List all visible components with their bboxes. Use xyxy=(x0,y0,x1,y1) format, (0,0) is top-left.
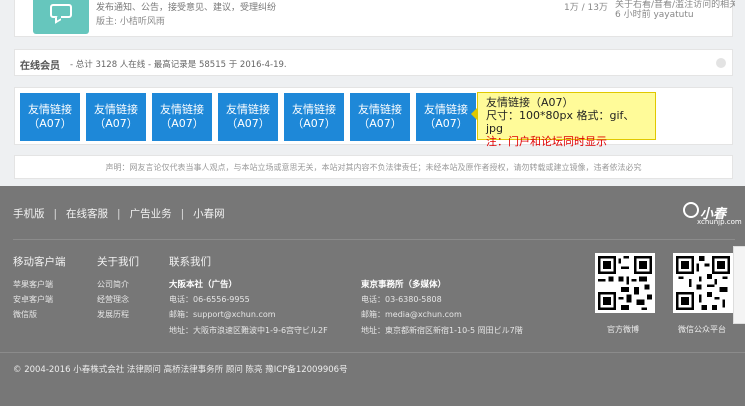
ad-slot-code: （A07） xyxy=(358,117,402,130)
last-post-title[interactable]: 关于右看/音看/滥注访问的相关... xyxy=(615,0,735,10)
logo-mark-icon xyxy=(683,202,699,218)
online-members-title[interactable]: 在线会员 xyxy=(20,57,60,72)
copyright: © 2004-2016 小春株式会社 法律顾问 高桥法律事务所 顾问 陈亮 豫I… xyxy=(13,365,348,375)
footer-nav: 手机版 | 在线客服 | 广告业务 | 小春网 xyxy=(13,206,225,221)
ad-slot-label: 友情链接 xyxy=(292,103,336,116)
ad-slot-code: （A07） xyxy=(424,117,468,130)
footer-divider xyxy=(13,239,735,240)
footer-col-about-title: 关于我们 xyxy=(97,256,139,268)
osaka-office-title: 大阪本社（广告） xyxy=(169,280,238,290)
ad-slot[interactable]: 友情链接 （A07） xyxy=(350,93,410,141)
footer-logo[interactable]: 小春 xchunjp.com xyxy=(683,199,742,231)
ad-slot-label: 友情链接 xyxy=(226,103,270,116)
forum-chat-icon[interactable] xyxy=(33,0,89,34)
ad-slot[interactable]: 友情链接 （A07） xyxy=(284,93,344,141)
ad-slot-code: （A07） xyxy=(226,117,270,130)
ad-slot[interactable]: 友情链接 （A07） xyxy=(218,93,278,141)
online-members-summary: - 总计 3128 人在线 - 最高记录是 58515 于 2016-4-19. xyxy=(70,60,287,70)
ad-slot-label: 友情链接 xyxy=(424,103,468,116)
logo-domain: xchunjp.com xyxy=(697,218,742,226)
footer: 手机版 | 在线客服 | 广告业务 | 小春网 小春 xchunjp.com 移… xyxy=(0,186,745,406)
footer-nav-service[interactable]: 在线客服 xyxy=(66,206,108,221)
nav-separator: | xyxy=(117,207,121,220)
ad-tooltip: 友情链接（A07） 尺寸：100*80px 格式：gif、jpg 注：门户和论坛… xyxy=(477,92,656,148)
osaka-address: 地址：大阪市浪速区難波中1-9-6宫守ビル2F xyxy=(169,326,328,335)
tooltip-size: 尺寸：100*80px 格式：gif、jpg xyxy=(486,109,635,135)
weibo-qr-label: 官方微博 xyxy=(607,325,639,334)
nav-separator: | xyxy=(180,207,185,220)
ad-slot[interactable]: 友情链接 （A07） xyxy=(152,93,212,141)
last-post-time[interactable]: 6 小时前 yayatutu xyxy=(615,10,735,20)
ad-slot[interactable]: 友情链接 （A07） xyxy=(416,93,476,141)
ad-slot-label: 友情链接 xyxy=(28,103,72,116)
footer-nav-ads[interactable]: 广告业务 xyxy=(130,206,172,221)
tooltip-title: 友情链接（A07） xyxy=(486,96,574,109)
ad-slot-label: 友情链接 xyxy=(94,103,138,116)
tokyo-office-title: 東京事務所（多媒体） xyxy=(361,280,447,290)
footer-link-philosophy[interactable]: 经营理念 xyxy=(97,294,129,305)
ad-slot-code: （A07） xyxy=(28,117,72,130)
footer-link-wechat[interactable]: 微信版 xyxy=(13,309,37,320)
forum-moderator[interactable]: 版主: 小桔听风雨 xyxy=(96,15,165,29)
forum-row: 发布通知、公告，接受意见、建议，受理纠纷 版主: 小桔听风雨 1万 / 13万 … xyxy=(14,0,735,37)
tokyo-phone: 电话：03-6380-5808 xyxy=(361,295,442,304)
ad-slot[interactable]: 友情链接 （A07） xyxy=(20,93,80,141)
weibo-qr-code xyxy=(595,253,655,313)
osaka-phone: 电话：06-6556-9955 xyxy=(169,295,250,304)
wechat-qr-code xyxy=(673,253,733,313)
ad-slot-label: 友情链接 xyxy=(160,103,204,116)
ad-slot[interactable]: 友情链接 （A07） xyxy=(86,93,146,141)
forum-description: 发布通知、公告，接受意见、建议，受理纠纷 xyxy=(96,3,277,13)
wechat-qr-label: 微信公众平台 xyxy=(678,325,726,334)
ad-slot-code: （A07） xyxy=(94,117,138,130)
footer-col-mobile-title: 移动客户端 xyxy=(13,256,66,268)
ad-slot-code: （A07） xyxy=(160,117,204,130)
disclaimer: 声明：网友言论仅代表当事人观点，与本站立场或意思无关，本站对其内容不负法律责任；… xyxy=(14,155,733,179)
forum-last-post: 关于右看/音看/滥注访问的相关... 6 小时前 yayatutu xyxy=(615,0,735,20)
tooltip-note: 注：门户和论坛同时显示 xyxy=(486,135,607,148)
tokyo-address: 地址：東京都新宿区新宿1-10-5 岡田ビル7階 xyxy=(361,326,523,335)
footer-col-contact-title: 联系我们 xyxy=(169,256,211,268)
collapse-icon[interactable] xyxy=(716,58,726,68)
footer-divider-bottom xyxy=(0,352,745,353)
footer-nav-mobile[interactable]: 手机版 xyxy=(13,206,45,221)
footer-link-history[interactable]: 发展历程 xyxy=(97,309,129,320)
footer-link-profile[interactable]: 公司简介 xyxy=(97,279,129,290)
osaka-email[interactable]: 邮箱：support@xchun.com xyxy=(169,309,276,320)
footer-nav-site[interactable]: 小春网 xyxy=(193,206,225,221)
footer-link-ios[interactable]: 苹果客户端 xyxy=(13,279,53,290)
side-feedback-tab[interactable] xyxy=(733,246,745,324)
tokyo-email[interactable]: 邮箱：media@xchun.com xyxy=(361,309,462,320)
online-members-bar: 在线会员 - 总计 3128 人在线 - 最高记录是 58515 于 2016-… xyxy=(14,49,733,76)
nav-separator: | xyxy=(53,207,58,220)
footer-link-android[interactable]: 安卓客户端 xyxy=(13,294,53,305)
ad-slot-label: 友情链接 xyxy=(358,103,402,116)
ad-slot-code: （A07） xyxy=(292,117,336,130)
forum-stats: 1万 / 13万 xyxy=(564,3,608,13)
